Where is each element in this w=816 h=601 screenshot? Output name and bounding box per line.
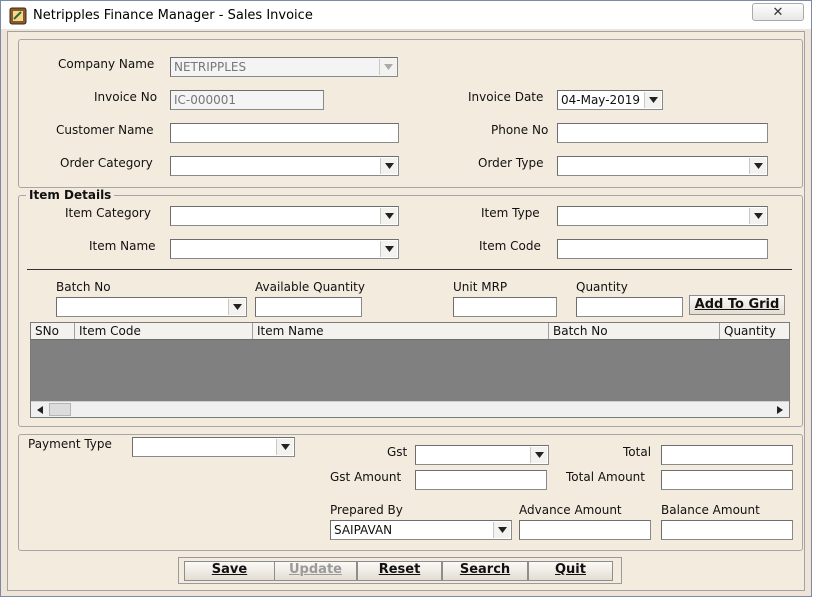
chevron-down-icon[interactable] <box>228 299 245 315</box>
advance-amount-label: Advance Amount <box>519 503 622 517</box>
window-title: Netripples Finance Manager - Sales Invoi… <box>33 8 313 23</box>
quit-button[interactable]: Quit <box>528 561 613 581</box>
scroll-right-icon[interactable] <box>773 403 787 416</box>
item-category-combo[interactable] <box>170 206 399 226</box>
balance-amount-label: Balance Amount <box>661 503 760 517</box>
invoice-date-value: 04-May-2019 <box>561 93 641 107</box>
customer-name-label: Customer Name <box>56 123 154 137</box>
chevron-down-icon[interactable] <box>749 158 766 174</box>
grid-column-item-code[interactable]: Item Code <box>75 323 253 339</box>
save-button[interactable]: Save <box>184 561 275 581</box>
batch-no-label: Batch No <box>56 280 111 294</box>
save-label: Save <box>211 562 248 577</box>
scroll-thumb[interactable] <box>49 403 71 416</box>
invoice-no-label: Invoice No <box>94 90 158 104</box>
prepared-by-value: SAIPAVAN <box>334 523 393 537</box>
items-grid[interactable]: SNo Item Code Item Name Batch No Quantit… <box>30 322 790 418</box>
total-amount-field[interactable] <box>661 470 793 490</box>
search-label: Search <box>459 562 511 577</box>
grid-header: SNo Item Code Item Name Batch No Quantit… <box>31 323 789 340</box>
close-icon: ✕ <box>772 4 784 20</box>
item-code-field[interactable] <box>557 239 768 259</box>
item-details-divider <box>27 269 792 270</box>
grid-column-quantity[interactable]: Quantity <box>720 323 789 339</box>
update-label: Update <box>289 562 342 577</box>
chevron-down-icon[interactable] <box>493 522 510 538</box>
company-name-combo[interactable]: NETRIPPLES <box>170 57 398 77</box>
chevron-down-icon[interactable] <box>380 241 397 257</box>
item-details-title: Item Details <box>26 188 115 202</box>
balance-amount-field[interactable] <box>661 520 793 540</box>
prepared-by-combo[interactable]: SAIPAVAN <box>330 520 512 540</box>
item-name-combo[interactable] <box>170 239 399 259</box>
order-category-combo[interactable] <box>170 156 399 176</box>
phone-no-label: Phone No <box>491 123 549 137</box>
gst-label: Gst <box>387 445 408 459</box>
item-type-label: Item Type <box>481 206 540 220</box>
total-label: Total <box>623 445 652 459</box>
unit-mrp-field[interactable] <box>453 297 557 317</box>
grid-horizontal-scrollbar[interactable] <box>31 401 789 417</box>
scroll-left-icon[interactable] <box>33 403 47 416</box>
gst-amount-label: Gst Amount <box>330 470 402 484</box>
batch-no-combo[interactable] <box>56 297 247 317</box>
quit-label: Quit <box>555 562 586 577</box>
company-name-label: Company Name <box>58 57 155 71</box>
phone-no-field[interactable] <box>557 123 768 143</box>
item-code-label: Item Code <box>479 239 541 253</box>
add-to-grid-label: Add To Grid <box>694 297 780 312</box>
add-to-grid-button[interactable]: Add To Grid <box>689 295 785 315</box>
available-quantity-label: Available Quantity <box>255 280 365 294</box>
payment-type-label: Payment Type <box>28 437 112 451</box>
grid-column-batch-no[interactable]: Batch No <box>549 323 720 339</box>
order-category-label: Order Category <box>60 156 153 170</box>
invoice-no-field[interactable]: IC-000001 <box>170 90 324 110</box>
app-icon <box>9 7 27 25</box>
total-amount-label: Total Amount <box>566 470 645 484</box>
quantity-label: Quantity <box>576 280 628 294</box>
reset-button[interactable]: Reset <box>357 561 442 581</box>
grid-column-item-name[interactable]: Item Name <box>253 323 549 339</box>
company-name-value: NETRIPPLES <box>174 60 247 74</box>
chevron-down-icon[interactable] <box>530 447 547 463</box>
order-type-combo[interactable] <box>557 156 768 176</box>
update-button[interactable]: Update <box>274 561 357 581</box>
item-type-combo[interactable] <box>557 206 768 226</box>
chevron-down-icon[interactable] <box>276 439 293 455</box>
chevron-down-icon[interactable] <box>749 208 766 224</box>
invoice-date-label: Invoice Date <box>468 90 544 104</box>
gst-amount-field[interactable] <box>415 470 547 490</box>
order-type-label: Order Type <box>478 156 544 170</box>
quantity-field[interactable] <box>576 297 683 317</box>
close-button[interactable]: ✕ <box>752 3 804 21</box>
chevron-down-icon[interactable] <box>380 158 397 174</box>
chevron-down-icon[interactable] <box>380 208 397 224</box>
invoice-date-picker[interactable]: 04-May-2019 <box>557 90 663 110</box>
item-category-label: Item Category <box>65 206 151 220</box>
grid-column-sno[interactable]: SNo <box>31 323 75 339</box>
chevron-down-icon[interactable] <box>644 92 661 108</box>
payment-type-combo[interactable] <box>132 437 295 457</box>
gst-combo[interactable] <box>415 445 549 465</box>
item-name-label: Item Name <box>89 239 156 253</box>
total-field[interactable] <box>661 445 793 465</box>
search-button[interactable]: Search <box>442 561 528 581</box>
prepared-by-label: Prepared By <box>330 503 403 517</box>
unit-mrp-label: Unit MRP <box>453 280 508 294</box>
advance-amount-field[interactable] <box>519 520 651 540</box>
reset-label: Reset <box>378 562 421 577</box>
chevron-down-icon[interactable] <box>379 59 396 75</box>
customer-name-field[interactable] <box>170 123 399 143</box>
available-quantity-field[interactable] <box>255 297 362 317</box>
